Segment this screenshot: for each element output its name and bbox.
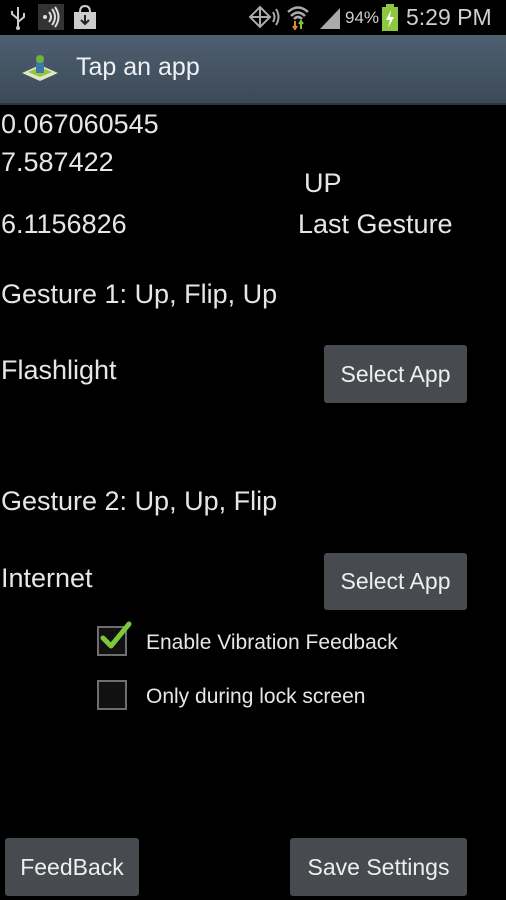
gesture-1-app: Flashlight (1, 355, 117, 385)
nfc-icon (38, 4, 64, 30)
gesture-2-label: Gesture 2: Up, Up, Flip (1, 486, 278, 516)
wifi-icon (287, 6, 309, 30)
status-bar: 94% 5:29 PM (0, 0, 506, 35)
sensor-z-value: 6.1156826 (1, 209, 127, 239)
battery-charging-icon (382, 4, 398, 31)
page-title: Tap an app (76, 53, 200, 81)
save-settings-button[interactable]: Save Settings (290, 838, 467, 896)
usb-icon (11, 7, 25, 30)
clock: 5:29 PM (406, 4, 492, 30)
app-launcher-icon[interactable] (20, 53, 60, 85)
lock-screen-only-checkbox[interactable] (97, 680, 127, 710)
signal-icon (320, 8, 340, 29)
gesture-2-app: Internet (1, 563, 93, 593)
last-gesture-label: Last Gesture (298, 209, 453, 239)
gps-icon (248, 5, 280, 29)
gesture-2-select-app-button[interactable]: Select App (324, 553, 467, 610)
lock-screen-only-label[interactable]: Only during lock screen (146, 685, 365, 709)
battery-percent: 94% (345, 8, 380, 27)
gesture-1-select-app-button[interactable]: Select App (324, 345, 467, 403)
last-gesture-value: UP (304, 168, 342, 198)
vibration-feedback-label[interactable]: Enable Vibration Feedback (146, 631, 398, 655)
download-icon (74, 4, 96, 29)
vibration-feedback-checkbox[interactable] (97, 621, 132, 656)
checkmark-icon (100, 621, 132, 649)
sensor-x-value: 0.067060545 (1, 109, 159, 139)
feedback-button[interactable]: FeedBack (5, 838, 139, 896)
gesture-1-label: Gesture 1: Up, Flip, Up (1, 279, 278, 309)
action-bar: Tap an app (0, 35, 506, 105)
sensor-y-value: 7.587422 (1, 147, 114, 177)
